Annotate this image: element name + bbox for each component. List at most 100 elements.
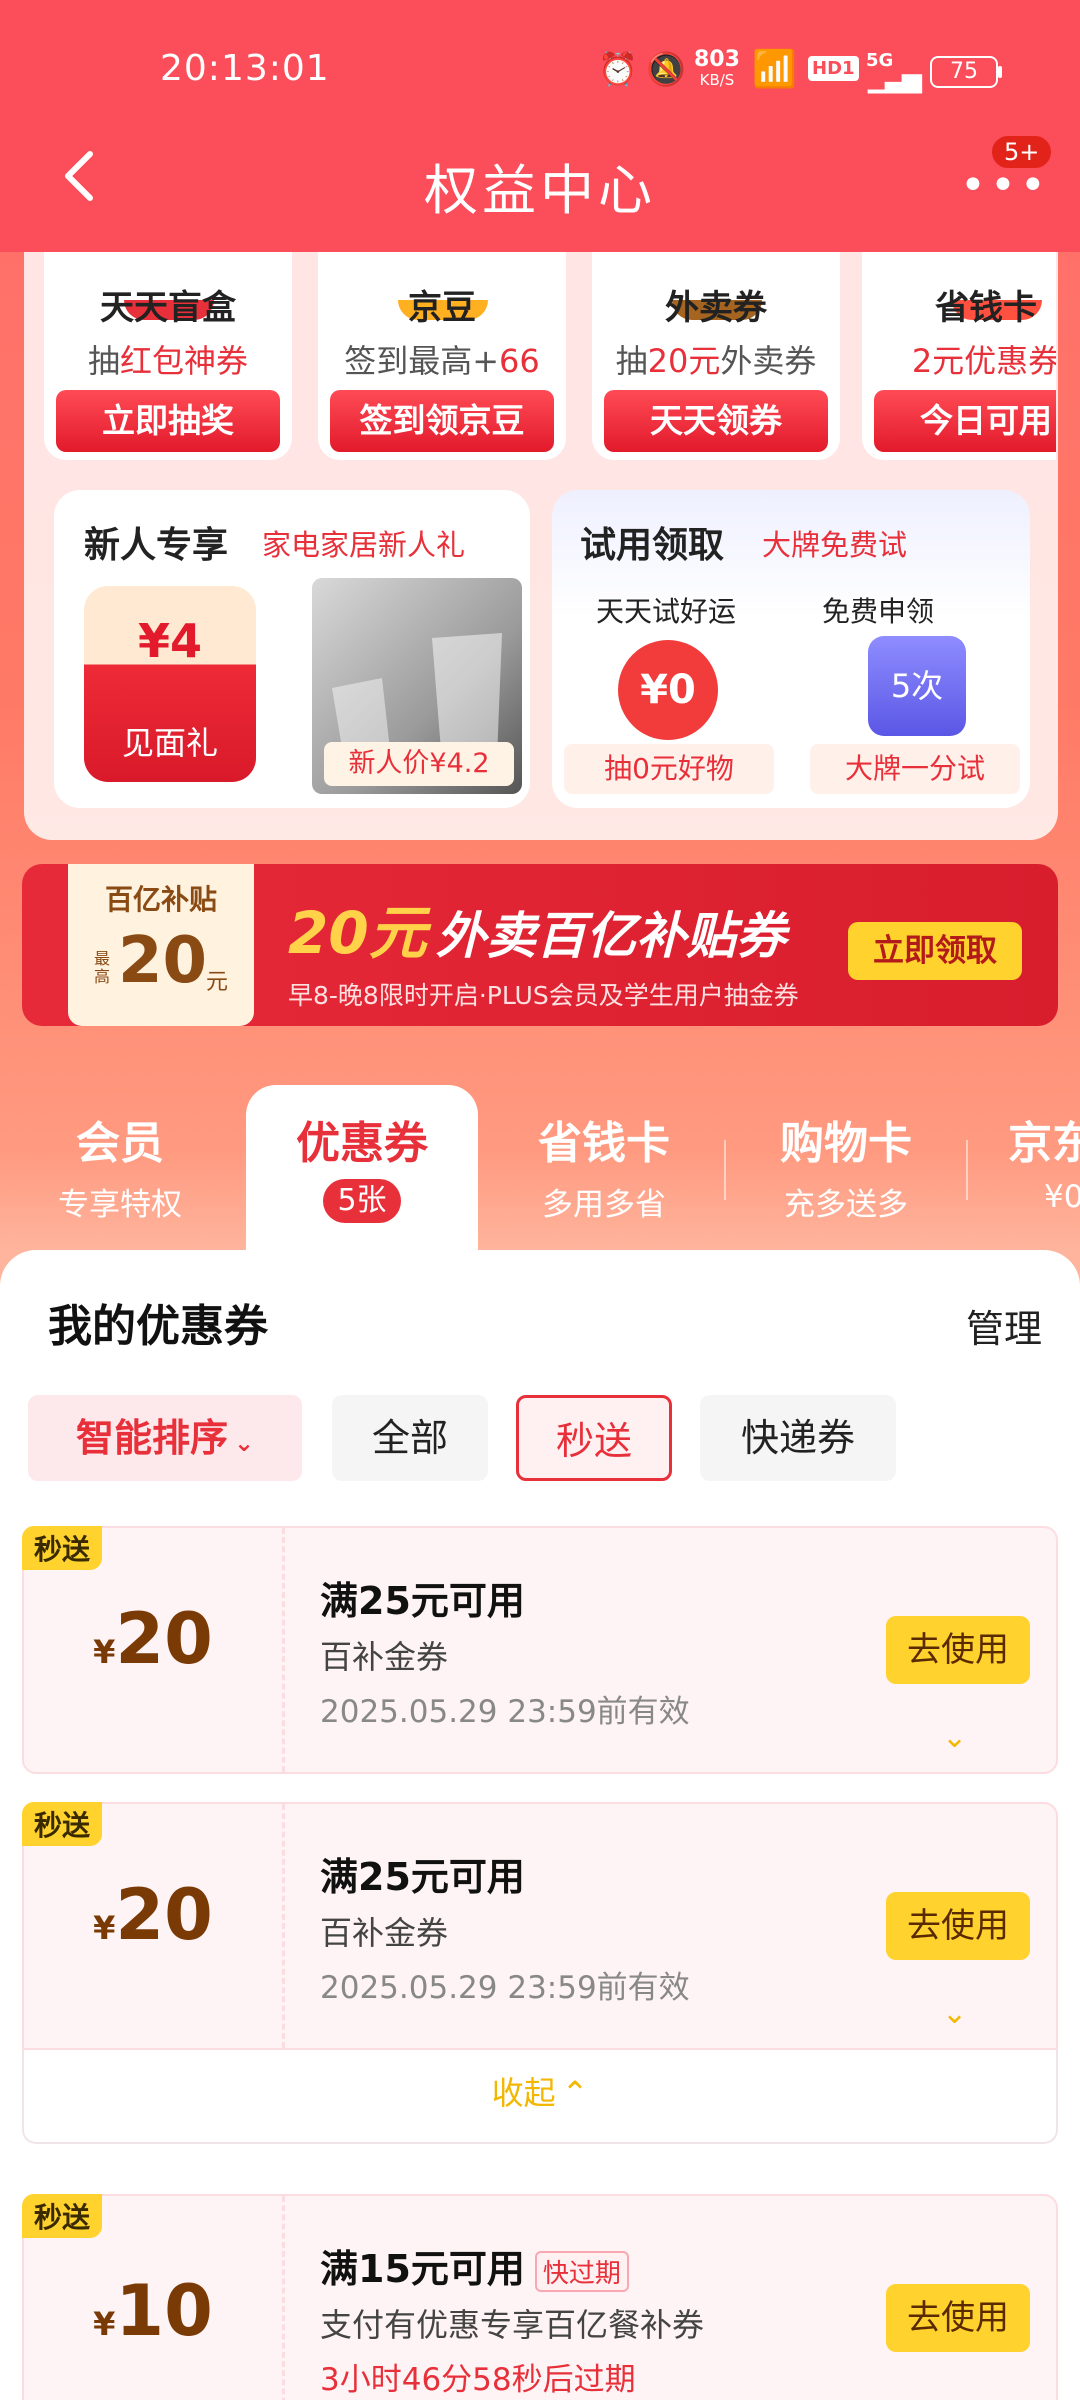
takeout-subsidy-banner[interactable]: 百亿补贴 最高 20 元 20元 外卖百亿补贴券 早8-晚8限时开启·PLUS会… (22, 864, 1058, 1026)
subsidy-logo-text: 百亿补贴 (104, 883, 217, 916)
sort-dropdown[interactable]: 智能排序 ⌄ (28, 1395, 302, 1481)
tab-divider (966, 1140, 968, 1200)
tab-sub: 充多送多 (784, 1187, 908, 1223)
page-title: 权益中心 (424, 159, 656, 222)
subsidy-unit: 元 (206, 970, 229, 995)
tab-sub: 专享特权 (58, 1187, 182, 1223)
tab-coupon[interactable]: 优惠券 5张 (246, 1085, 478, 1275)
coupon-amount: ¥20 (93, 1874, 213, 1956)
max-label: 最高 (94, 949, 111, 986)
card-subtitle: 抽红包神券 (87, 342, 249, 380)
chevron-up-icon: ⌃ (561, 2074, 589, 2112)
coupon-condition: 满15元可用 快过期 (320, 2238, 629, 2293)
hd-icon: HD1 (808, 56, 859, 81)
tab-shopping-card[interactable]: 购物卡 充多送多 (730, 1085, 962, 1255)
zero-yuan-badge: ¥0 (618, 640, 718, 740)
alarm-icon: ⏰ (598, 50, 638, 88)
brand-trial-button[interactable]: 大牌一分试 (810, 744, 1020, 794)
trial-right-label: 免费申领 (822, 595, 935, 628)
tab-label: 会员 (76, 1118, 164, 1169)
sort-label: 智能排序 (75, 1416, 228, 1460)
coupon-count-badge: 5张 (323, 1179, 401, 1223)
draw-zero-button[interactable]: 抽0元好物 (564, 744, 774, 794)
gift-envelope[interactable]: ¥4 见面礼 (84, 586, 256, 782)
coupon-card[interactable]: 秒送 ¥10 满15元可用 快过期 支付有优惠专享百亿餐补券 3小时46分58秒后… (22, 2194, 1058, 2400)
tab-sub: ¥0 (1044, 1179, 1080, 1215)
sign-in-button[interactable]: 签到领京豆 (330, 390, 554, 452)
gift-amount: ¥4 (137, 614, 202, 668)
card-title: 天天盲盒 (100, 288, 236, 328)
coupon-name: 百补金券 (320, 1914, 449, 1952)
coupon-amount: ¥10 (93, 2270, 213, 2352)
available-today-button[interactable]: 今日可用 (874, 390, 1056, 452)
card-title: 外卖券 (665, 288, 767, 328)
coupon-condition: 满25元可用 (320, 1579, 525, 1623)
tab-sub: 多用多省 (542, 1187, 666, 1223)
tab-member[interactable]: 会员 专享特权 (4, 1085, 236, 1255)
status-time: 20:13:01 (160, 48, 330, 89)
banner-subline: 早8-晚8限时开启·PLUS会员及学生用户抽金券 (288, 981, 799, 1010)
manage-button[interactable]: 管理 (966, 1298, 1042, 1353)
subsidy-logo: 百亿补贴 最高 20 元 (68, 864, 254, 1026)
battery-tip (998, 66, 1002, 78)
card-subtitle: 签到最高+66 (344, 342, 540, 380)
signal-bars-icon: ▁▃▅ (868, 64, 922, 94)
newuser-box[interactable]: 新人专享 家电家居新人礼 ¥4 见面礼 新人价¥4.2 (54, 490, 530, 808)
coupon-name: 百补金券 (320, 1638, 449, 1676)
subsidy-amount: 20 (118, 924, 208, 998)
coupon-name: 支付有优惠专享百亿餐补券 (320, 2306, 705, 2344)
use-coupon-button[interactable]: 去使用 (886, 1616, 1030, 1684)
chevron-down-icon[interactable]: ⌄ (942, 1720, 967, 1755)
battery-icon: 75 (930, 56, 998, 88)
coupon-countdown: 3小时46分58秒后过期 (320, 2362, 636, 2398)
claim-now-button[interactable]: 立即领取 (848, 922, 1022, 980)
trial-subtitle: 大牌免费试 (762, 528, 908, 562)
use-coupon-button[interactable]: 去使用 (886, 1892, 1030, 1960)
coupon-card[interactable]: 秒送 ¥20 满25元可用 百补金券 2025.05.29 23:59前有效 去… (22, 1802, 1058, 2050)
tab-label: 省钱卡 (538, 1118, 670, 1169)
newuser-title: 新人专享 (84, 525, 229, 566)
banner-headline-amount: 20元 (288, 899, 427, 967)
trial-left-label: 天天试好运 (596, 595, 737, 628)
net-speed: 803 KB/S (694, 47, 740, 90)
coupon-validity: 2025.05.29 23:59前有效 (320, 1694, 690, 1730)
tab-saving-card[interactable]: 省钱卡 多用多省 (488, 1085, 720, 1255)
filter-all[interactable]: 全部 (332, 1395, 488, 1481)
notification-badge: 5+ (990, 134, 1054, 170)
tab-jd[interactable]: 京东 ¥0 (980, 1085, 1080, 1255)
collapse-button[interactable]: 收起 ⌃ (22, 2050, 1058, 2144)
banner-headline: 外卖百亿补贴券 (436, 907, 786, 965)
coupon-tag: 秒送 (22, 1526, 103, 1570)
app-header: 20:13:01 ⏰ 🔕 803 KB/S 📶 HD1 5G ▁▃▅ 75 权益… (0, 0, 1080, 252)
expiring-badge: 快过期 (534, 2251, 629, 2292)
coupon-tag: 秒送 (22, 2194, 103, 2238)
card-subtitle: 抽20元外卖券 (615, 342, 817, 380)
calendar-icon: 5次 (868, 636, 966, 736)
card-title: 省钱卡 (935, 288, 1037, 328)
coupon-card[interactable]: 秒送 ¥20 满25元可用 百补金券 2025.05.29 23:59前有效 去… (22, 1526, 1058, 1774)
newuser-price-tag: 新人价¥4.2 (324, 742, 514, 786)
card-title: 京豆 (408, 288, 476, 328)
chevron-down-icon[interactable]: ⌄ (942, 1996, 967, 2031)
tab-label: 京东 (1008, 1118, 1080, 1169)
filter-express[interactable]: 快递券 (700, 1395, 896, 1481)
tab-label: 购物卡 (780, 1118, 912, 1169)
coupon-amount: ¥20 (93, 1598, 213, 1680)
coupon-condition: 满25元可用 (320, 1855, 525, 1899)
wifi-icon: 📶 (752, 49, 797, 90)
chevron-down-icon: ⌄ (233, 1429, 255, 1457)
coupon-validity: 2025.05.29 23:59前有效 (320, 1970, 690, 2006)
draw-now-button[interactable]: 立即抽奖 (56, 390, 280, 452)
product-image-glasses[interactable]: 新人价¥4.2 (312, 578, 522, 794)
trial-title: 试用领取 (580, 525, 725, 566)
tab-divider (724, 1140, 726, 1200)
use-coupon-button[interactable]: 去使用 (886, 2284, 1030, 2352)
card-subtitle: 2元优惠券 (911, 342, 1056, 380)
mute-icon: 🔕 (646, 50, 686, 88)
coupon-tag: 秒送 (22, 1802, 103, 1846)
newuser-subtitle: 家电家居新人礼 (262, 528, 466, 562)
filter-instant[interactable]: 秒送 (516, 1395, 672, 1481)
trial-box[interactable]: 试用领取 大牌免费试 天天试好运 免费申领 ¥0 5次 抽0元好物 大牌一分试 (552, 490, 1030, 808)
section-title: 我的优惠券 (48, 1301, 268, 1352)
daily-coupon-button[interactable]: 天天领券 (604, 390, 828, 452)
